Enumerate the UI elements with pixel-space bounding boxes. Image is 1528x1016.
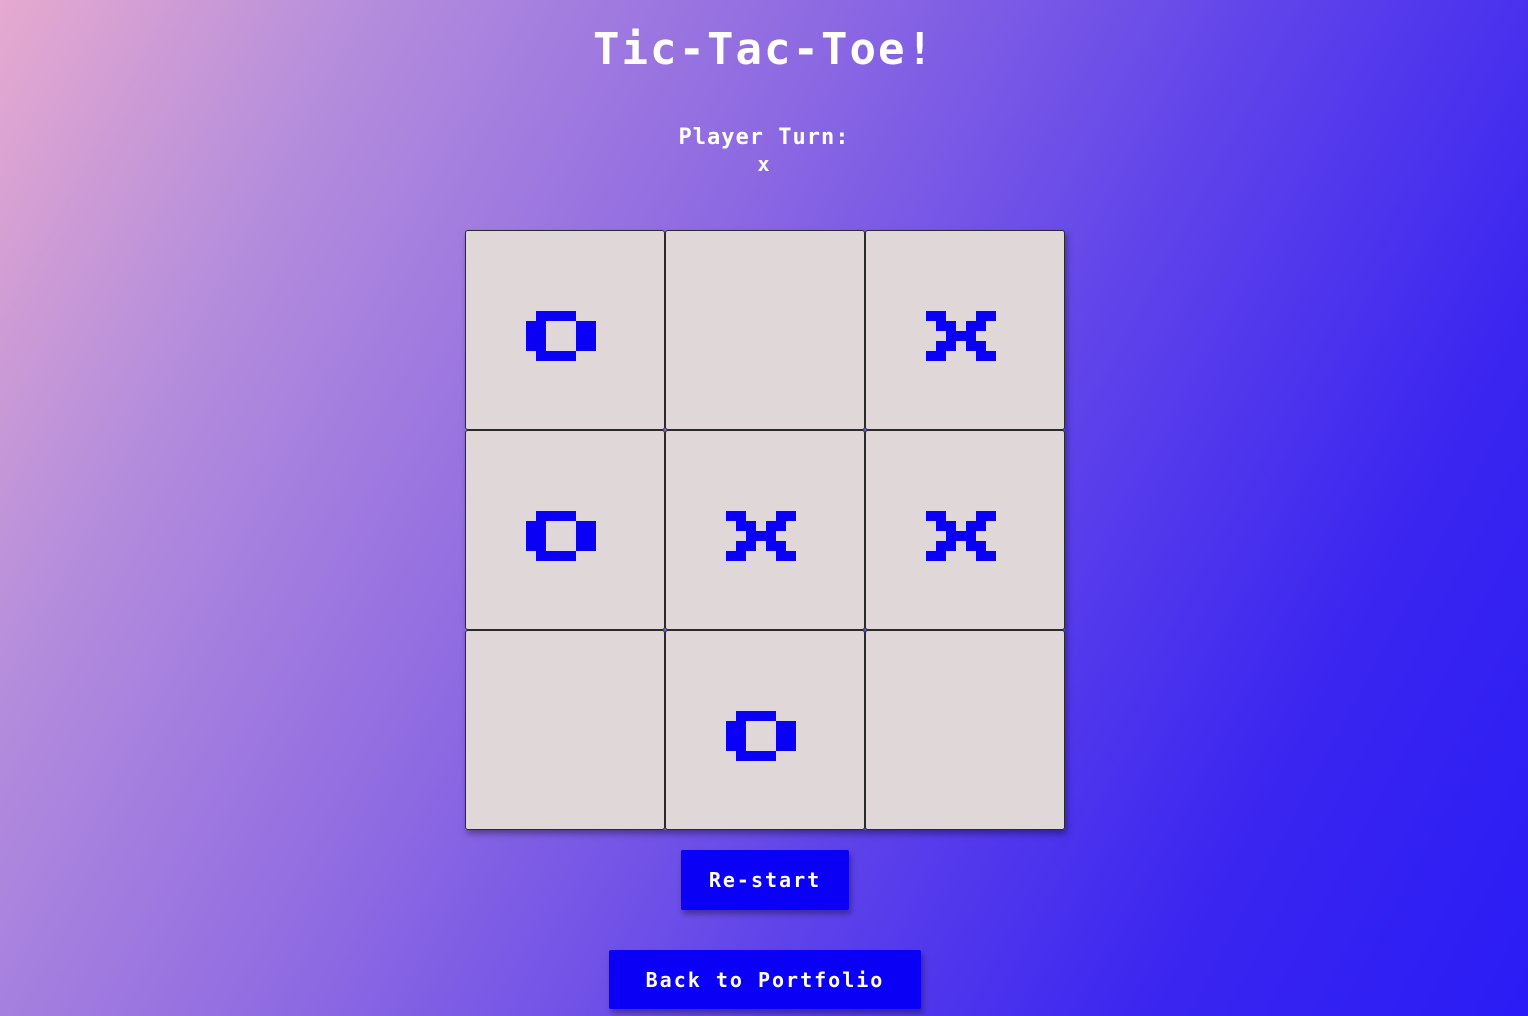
board-cell-8[interactable] — [665, 630, 865, 830]
board-cell-4[interactable] — [465, 430, 665, 630]
board-cell-3[interactable] — [865, 230, 1065, 430]
x-mark-icon — [926, 511, 996, 561]
game-board — [465, 230, 1065, 830]
back-to-portfolio-button[interactable]: Back to Portfolio — [609, 950, 921, 1009]
o-mark-icon — [726, 711, 796, 761]
board-cell-2[interactable] — [665, 230, 865, 430]
o-mark-icon — [526, 311, 596, 361]
board-cell-5[interactable] — [665, 430, 865, 630]
board-cell-9[interactable] — [865, 630, 1065, 830]
game-title: Tic-Tac-Toe! — [593, 24, 935, 75]
x-mark-icon — [726, 511, 796, 561]
o-mark-icon — [526, 511, 596, 561]
turn-indicator: Player Turn: x — [0, 124, 1528, 178]
turn-label: Player Turn: — [678, 125, 850, 150]
current-player: x — [757, 152, 771, 176]
x-mark-icon — [926, 311, 996, 361]
board-cell-1[interactable] — [465, 230, 665, 430]
board-cell-6[interactable] — [865, 430, 1065, 630]
restart-button[interactable]: Re-start — [681, 850, 849, 910]
board-cell-7[interactable] — [465, 630, 665, 830]
